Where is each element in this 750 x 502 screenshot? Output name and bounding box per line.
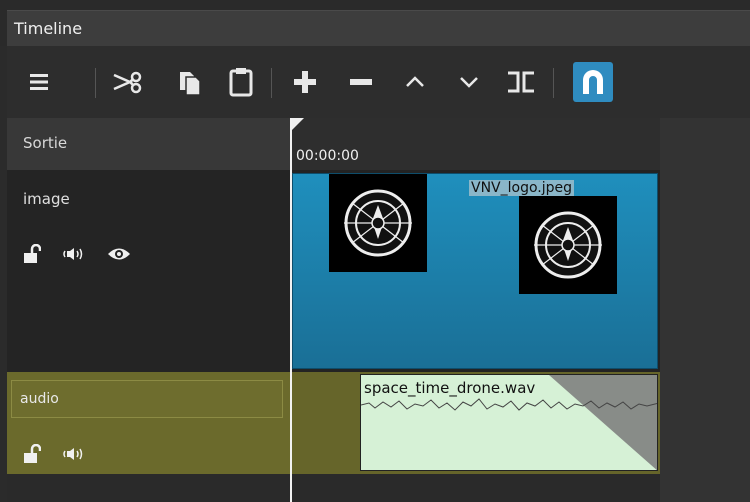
audio-track-controls <box>23 444 85 464</box>
timeline-empty-area <box>660 118 750 502</box>
unlock-icon[interactable] <box>23 444 41 464</box>
timeline-ruler[interactable]: 00:00:00 <box>290 118 660 170</box>
clipboard-icon <box>229 68 253 97</box>
copy-icon <box>180 72 201 96</box>
eye-icon[interactable] <box>107 246 131 262</box>
chevron-up-icon <box>406 76 424 87</box>
toolbar-separator <box>553 68 554 98</box>
speaker-icon[interactable] <box>63 446 85 462</box>
split-button[interactable] <box>503 62 539 102</box>
audio-clip-name: space_time_drone.wav <box>364 379 536 397</box>
image-track-controls <box>23 244 131 264</box>
copy-button[interactable] <box>171 62 207 102</box>
split-icon <box>508 71 534 93</box>
audio-track-label: audio <box>20 391 59 407</box>
playhead-line[interactable] <box>290 118 292 502</box>
menu-button[interactable] <box>21 62 57 102</box>
audio-track-lane[interactable]: space_time_drone.wav <box>290 372 660 474</box>
magnet-icon <box>583 70 603 94</box>
plus-icon <box>294 71 316 93</box>
panel-titlebar: Timeline <box>0 0 750 46</box>
ruler-timecode: 00:00:00 <box>296 148 359 164</box>
unlock-icon[interactable] <box>23 244 41 264</box>
audio-track-name-field[interactable]: audio <box>11 380 283 418</box>
audio-clip[interactable]: space_time_drone.wav <box>360 374 658 471</box>
timeline-area[interactable]: 00:00:00 VNV_logo.jpeg space_time_drone.… <box>290 118 750 502</box>
image-clip[interactable]: VNV_logo.jpeg <box>292 173 658 369</box>
minus-icon <box>350 79 372 85</box>
timeline-toolbar <box>7 46 750 118</box>
snap-button[interactable] <box>573 62 613 102</box>
image-track-label: image <box>23 190 70 208</box>
toolbar-separator <box>95 68 96 98</box>
image-clip-name: VNV_logo.jpeg <box>469 180 575 196</box>
ripple-delete-button[interactable] <box>343 62 379 102</box>
toolbar-separator <box>271 68 272 98</box>
image-track-lane[interactable]: VNV_logo.jpeg <box>290 170 660 372</box>
panel-title: Timeline <box>14 19 83 38</box>
overwrite-button[interactable] <box>451 62 487 102</box>
clip-thumbnail-end <box>519 196 617 294</box>
vnv-logo-icon <box>534 211 602 279</box>
chevron-down-icon <box>460 77 478 88</box>
panel-title-bar-inner: Timeline <box>7 10 750 46</box>
paste-button[interactable] <box>223 62 259 102</box>
lift-button[interactable] <box>397 62 433 102</box>
cut-button[interactable] <box>111 62 147 102</box>
playhead-marker-icon[interactable] <box>290 118 304 132</box>
audio-track-header[interactable]: audio <box>7 372 290 474</box>
clip-thumbnail-start <box>329 174 427 272</box>
track-headers: Sortie image audio <box>7 118 290 502</box>
image-track-header[interactable]: image <box>7 170 290 372</box>
append-button[interactable] <box>287 62 323 102</box>
vnv-logo-icon <box>344 189 412 257</box>
speaker-icon[interactable] <box>63 246 85 262</box>
output-track-header[interactable]: Sortie <box>7 118 290 170</box>
scissors-icon <box>113 71 142 94</box>
output-track-label: Sortie <box>23 134 68 152</box>
hamburger-menu-icon <box>30 74 48 90</box>
